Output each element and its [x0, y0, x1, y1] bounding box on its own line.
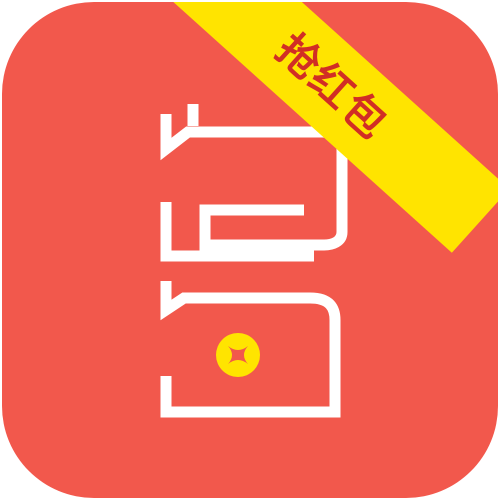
app-icon-canvas: 抢红包 — [0, 0, 500, 500]
coin-icon — [216, 333, 260, 377]
app-icon[interactable]: 抢红包 — [2, 2, 498, 498]
stylized-glyph-icon — [160, 104, 348, 418]
